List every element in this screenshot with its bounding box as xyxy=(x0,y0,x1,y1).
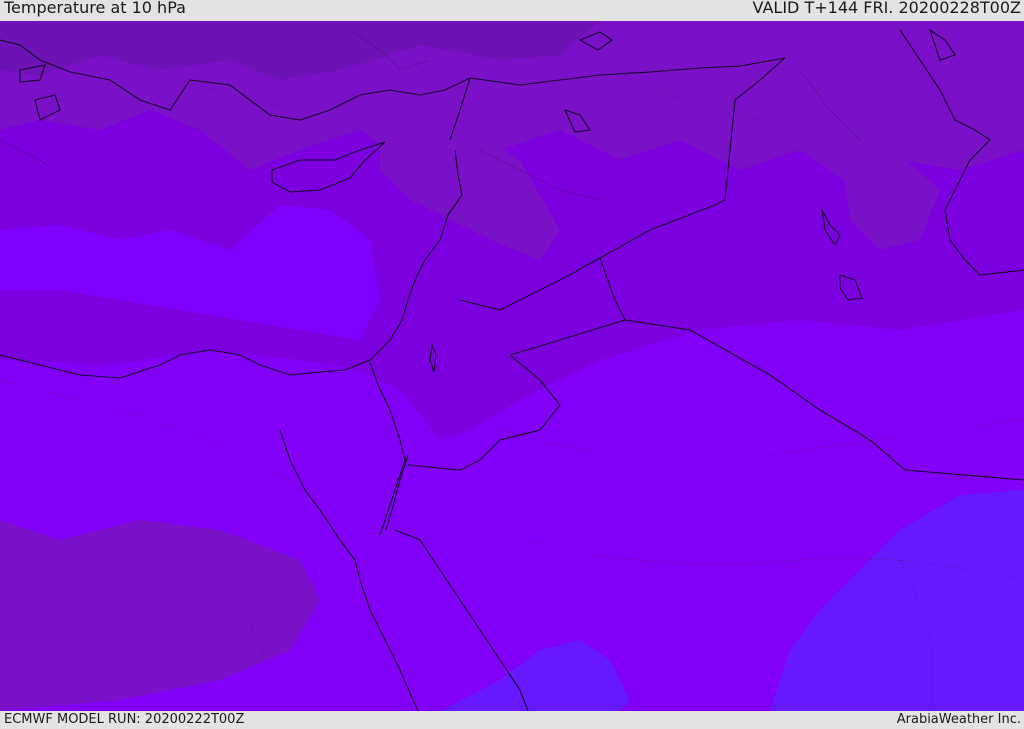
model-run-label: ECMWF MODEL RUN: 20200222T00Z xyxy=(4,712,245,727)
footer-bar: ECMWF MODEL RUN: 20200222T00Z ArabiaWeat… xyxy=(0,711,1024,729)
title-bar: Temperature at 10 hPa VALID T+144 FRI. 2… xyxy=(0,0,1024,21)
valid-time: VALID T+144 FRI. 20200228T00Z xyxy=(752,0,1021,17)
temperature-map xyxy=(0,21,1024,711)
credit-label: ArabiaWeather Inc. xyxy=(896,712,1021,727)
chart-title: Temperature at 10 hPa xyxy=(4,0,186,17)
